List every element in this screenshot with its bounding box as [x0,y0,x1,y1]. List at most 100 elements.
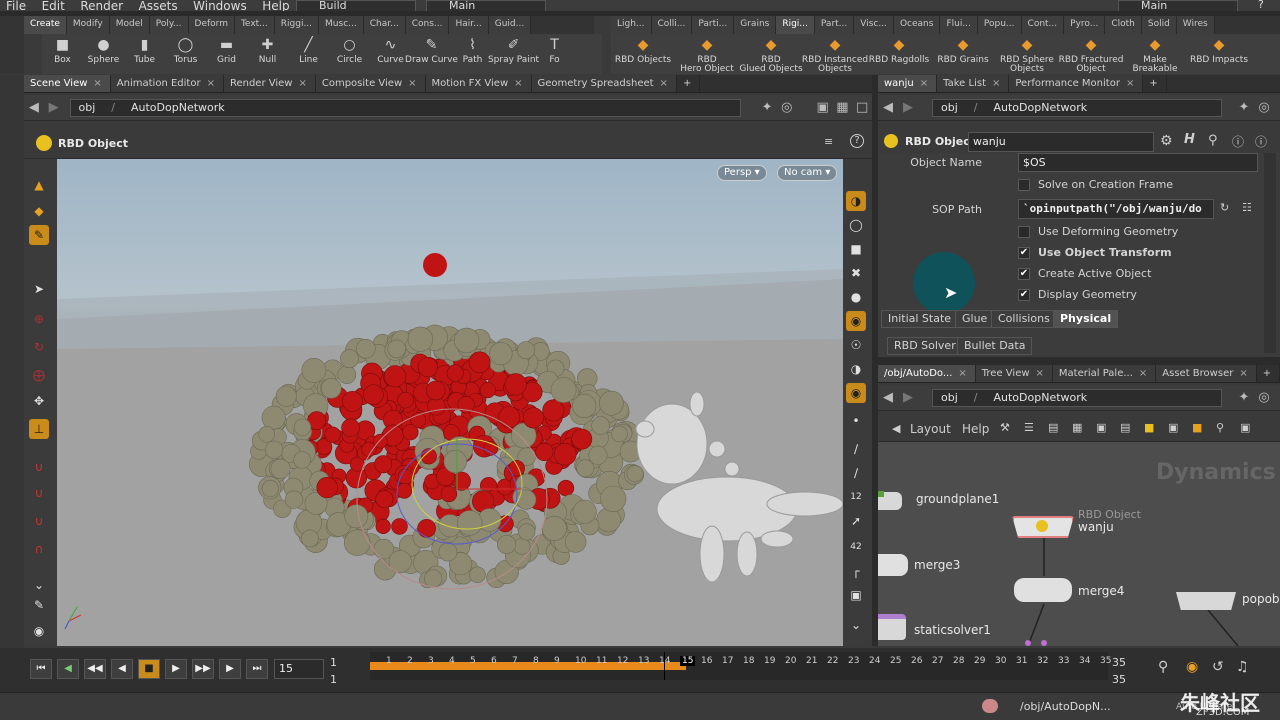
end-frame-2[interactable]: 35 [1112,673,1126,686]
display-geometry-checkbox[interactable]: ✔ [1018,289,1030,301]
camera-icon[interactable]: ▣ [1240,421,1250,434]
shelf-left-tab-9[interactable]: Cons... [405,16,450,34]
close-icon[interactable]: × [920,78,928,89]
right-top-path-field[interactable]: obj / AutoDopNetwork [932,98,1222,117]
snapshot-icon[interactable]: ◑ [846,359,866,379]
rbd-ragdolls-tool[interactable]: ◆ RBD Ragdolls [867,34,931,74]
object-view-icon[interactable]: ▣ [813,100,833,115]
close-icon[interactable]: × [992,78,1000,89]
step-start-button[interactable]: ◀ [57,659,79,679]
close-icon[interactable]: × [958,368,966,379]
sticky-note-icon[interactable]: ■ [1144,421,1154,434]
vector-display-icon[interactable]: ➚ [846,511,866,531]
pin-icon[interactable]: ✦ [1234,100,1254,115]
playhead[interactable] [664,652,665,680]
use-deforming-checkbox[interactable] [1018,226,1030,238]
current-frame-field[interactable]: 15 [274,659,324,679]
path-obj[interactable]: obj [933,101,966,114]
tab-bullet-data[interactable]: Bullet Data [957,337,1033,355]
network-tab-1[interactable]: Tree View × [975,365,1053,382]
link-icon[interactable]: ◎ [1254,390,1274,405]
desktop-far-dropdown[interactable]: Main [1118,0,1238,11]
shelf-right-tab-2[interactable]: Parti... [692,16,735,34]
search-icon[interactable]: ⚲ [1208,133,1218,148]
shelf-left-tab-8[interactable]: Char... [363,16,406,34]
jump-start-button[interactable]: ⏮ [30,659,52,679]
forward-arrow-icon[interactable]: ▶ [44,100,64,115]
right-bottom-path-field[interactable]: obj / AutoDopNetwork [932,388,1222,407]
shelf-right-tab-3[interactable]: Grains [734,16,777,34]
audio-icon[interactable]: ♫ [1236,659,1249,675]
path-node[interactable]: AutoDopNetwork [986,101,1096,114]
curve-tool[interactable]: ∿ Curve [370,34,411,74]
shelf-left-tab-4[interactable]: Deform [188,16,235,34]
loop-icon[interactable]: ↺ [1212,659,1224,675]
horizontal-splitter[interactable] [878,357,1280,365]
timeline-track[interactable]: 1234567891011121314151617181920212223242… [370,652,1111,680]
menu-windows[interactable]: Windows [187,0,253,11]
viewport-help-icon[interactable]: ? [850,134,864,148]
tab-collisions[interactable]: Collisions [991,310,1057,328]
gear-icon[interactable]: ⚙ [1160,133,1173,149]
arrow-select-icon[interactable]: ➤ [29,279,49,299]
display-points-icon[interactable]: • [846,411,866,431]
menu-assets[interactable]: Assets [133,0,184,11]
grid-tool[interactable]: ▬ Grid [206,34,247,74]
use-object-transform-checkbox[interactable]: ✔ [1018,247,1030,259]
tab-initial-state[interactable]: Initial State [881,310,959,328]
persp-menu-button[interactable]: Persp ▾ [717,165,767,181]
popob-label[interactable]: popob [1242,592,1280,606]
start-frame-2[interactable]: 1 [330,673,337,686]
maximize-icon[interactable]: □ [852,100,872,115]
wireframe-icon[interactable]: ◯ [846,215,866,235]
shelf-right-tab-10[interactable]: Cont... [1021,16,1065,34]
node-chooser-icon[interactable]: ☷ [1242,201,1252,214]
make-breakable-tool[interactable]: ◆ Make Breakable [1123,34,1187,74]
menu-edit[interactable]: Edit [36,0,71,11]
detail-icon[interactable]: ▣ [1096,421,1106,434]
merge3-node[interactable] [878,554,908,576]
link-icon[interactable]: ◎ [777,100,797,115]
preview-icon[interactable]: ▤ [1120,421,1130,434]
line-tool[interactable]: ╱ Line [288,34,329,74]
lock-icon[interactable]: ■ [846,239,866,259]
image-icon[interactable]: ▣ [1168,421,1178,434]
edge-icon[interactable]: ∕ [846,463,866,483]
scene-tab-2[interactable]: Render View × [223,75,316,92]
close-icon[interactable]: × [408,78,416,89]
play-button[interactable]: ▶ [165,659,187,679]
staticsolver-label[interactable]: staticsolver1 [914,623,991,637]
close-icon[interactable]: × [514,78,522,89]
scene-viewport[interactable]: Persp ▾ No cam ▾ [57,159,843,646]
rbd-grains-tool[interactable]: ◆ RBD Grains [931,34,995,74]
shelf-left-tab-2[interactable]: Model [109,16,150,34]
normals-icon[interactable]: ∕ [846,439,866,459]
object-name-field[interactable]: $OS [1018,153,1258,172]
shelf-right-tab-0[interactable]: Ligh... [611,16,652,34]
shelf-right-tab-8[interactable]: Flui... [940,16,978,34]
left-path-field[interactable]: obj / AutoDopNetwork [69,98,742,117]
chevron-down-icon[interactable]: ⌄ [846,615,866,635]
sop-path-field[interactable]: `opinputpath("/obj/wanju/do [1018,199,1214,219]
torus-tool[interactable]: ◯ Torus [165,34,206,74]
tab-physical[interactable]: Physical [1053,310,1119,328]
groundplane-label[interactable]: groundplane1 [916,492,999,506]
help-h-icon[interactable]: H [1184,132,1195,147]
network-tab-3[interactable]: Asset Browser × [1156,365,1257,382]
spray-paint-tool[interactable]: ✐ Spray Paint [488,34,539,74]
shelf-left-tab-10[interactable]: Hair... [449,16,489,34]
draw-curve-tool[interactable]: ✎ Draw Curve [405,34,458,74]
rbd-instanced-tool[interactable]: ◆ RBD Instanced Objects [802,34,868,74]
menu-render[interactable]: Render [74,0,129,11]
chevron-down-icon[interactable]: ⌄ [29,575,49,595]
menu-file[interactable]: File [0,0,32,11]
shelf-left-tab-5[interactable]: Text... [234,16,275,34]
translate-icon[interactable]: ⊕ [29,309,49,329]
sphere-tool[interactable]: ● Sphere [83,34,124,74]
display-options-icon[interactable]: ▦ [832,100,852,115]
path-node[interactable]: AutoDopNetwork [986,391,1096,404]
network-box-icon[interactable]: ■ [1192,421,1202,434]
network-editor[interactable]: Dynamics groundplane1 merge3 staticsolve… [878,442,1280,646]
menu-help[interactable]: Help [256,0,295,11]
tree-icon[interactable]: ☰ [1024,421,1034,434]
